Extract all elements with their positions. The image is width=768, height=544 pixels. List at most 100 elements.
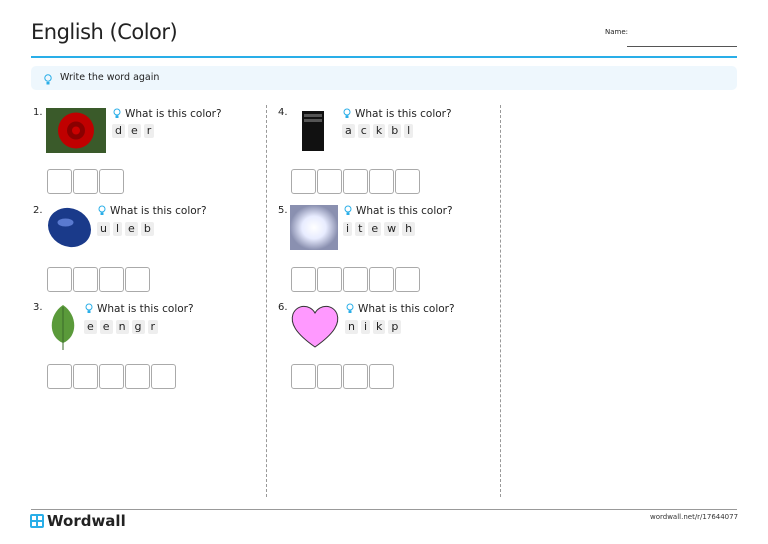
lightbulb-icon	[342, 106, 352, 122]
scrambled-letters: der	[112, 124, 155, 138]
white-light-image	[290, 205, 338, 254]
name-label: Name:	[605, 28, 629, 36]
answer-box[interactable]	[125, 267, 150, 292]
letter-tile: k	[372, 124, 386, 138]
footer-divider	[31, 509, 737, 510]
item-number: 6.	[278, 302, 288, 313]
letter-tile: p	[388, 320, 402, 334]
answer-box[interactable]	[47, 364, 72, 389]
item-prompt: What is this color?	[97, 203, 207, 219]
answer-box[interactable]	[291, 364, 316, 389]
name-field[interactable]	[627, 46, 737, 47]
answer-boxes	[291, 169, 420, 194]
answer-boxes	[47, 169, 124, 194]
header-divider	[31, 56, 737, 58]
answer-boxes	[291, 267, 420, 292]
answer-box[interactable]	[369, 169, 394, 194]
letter-tile: e	[99, 320, 113, 334]
letter-tile: h	[402, 222, 416, 236]
answer-box[interactable]	[369, 267, 394, 292]
answer-boxes	[47, 267, 150, 292]
letter-tile: r	[147, 320, 159, 334]
item-prompt: What is this color?	[112, 106, 222, 122]
footer-url[interactable]: wordwall.net/r/17644077	[650, 513, 738, 521]
answer-box[interactable]	[151, 364, 176, 389]
scrambled-letters: ackbl	[342, 124, 414, 138]
item-prompt: What is this color?	[345, 301, 455, 317]
instruction-banner: Write the word again	[31, 66, 737, 90]
letter-tile: g	[131, 320, 145, 334]
answer-box[interactable]	[343, 267, 368, 292]
scrambled-letters: itewh	[343, 222, 416, 236]
black-computer-image	[296, 108, 330, 157]
lightbulb-icon	[112, 106, 122, 122]
item-number: 4.	[278, 107, 288, 118]
item-number: 5.	[278, 205, 288, 216]
letter-tile: e	[127, 124, 141, 138]
letter-tile: b	[388, 124, 402, 138]
letter-tile: a	[342, 124, 355, 138]
wordwall-logo-icon	[30, 514, 44, 528]
prompt-text: What is this color?	[356, 205, 453, 217]
answer-box[interactable]	[291, 169, 316, 194]
letter-tile: l	[112, 222, 123, 236]
prompt-text: What is this color?	[358, 303, 455, 315]
letter-tile: c	[357, 124, 370, 138]
item-prompt: What is this color?	[343, 203, 453, 219]
answer-box[interactable]	[73, 169, 98, 194]
answer-box[interactable]	[395, 267, 420, 292]
answer-box[interactable]	[73, 267, 98, 292]
answer-boxes	[47, 364, 176, 389]
lightbulb-icon	[84, 301, 94, 317]
answer-box[interactable]	[47, 169, 72, 194]
letter-tile: e	[368, 222, 382, 236]
lightbulb-icon	[97, 203, 107, 219]
answer-box[interactable]	[317, 169, 342, 194]
red-rose-image	[46, 108, 106, 157]
prompt-text: What is this color?	[110, 205, 207, 217]
blue-stone-image	[46, 205, 93, 254]
item-number: 3.	[33, 302, 43, 313]
letter-tile: u	[97, 222, 110, 236]
letter-tile: b	[140, 222, 154, 236]
answer-box[interactable]	[125, 364, 150, 389]
letter-tile: d	[112, 124, 125, 138]
answer-box[interactable]	[317, 267, 342, 292]
scrambled-letters: eengr	[84, 320, 159, 334]
item-prompt: What is this color?	[84, 301, 194, 317]
letter-tile: n	[345, 320, 358, 334]
answer-box[interactable]	[343, 364, 368, 389]
lightbulb-icon	[343, 203, 353, 219]
letter-tile: t	[355, 222, 366, 236]
wordwall-logo: Wordwall	[30, 512, 126, 530]
answer-box[interactable]	[317, 364, 342, 389]
item-number: 2.	[33, 205, 43, 216]
scrambled-letters: nikp	[345, 320, 402, 334]
column-divider	[266, 105, 267, 497]
answer-box[interactable]	[99, 267, 124, 292]
letter-tile: k	[373, 320, 386, 334]
item-prompt: What is this color?	[342, 106, 452, 122]
answer-box[interactable]	[47, 267, 72, 292]
lightbulb-icon	[43, 71, 53, 90]
page-title: English (Color)	[31, 20, 178, 44]
pink-heart-image	[290, 303, 340, 353]
letter-tile: i	[360, 320, 371, 334]
instruction-text: Write the word again	[60, 72, 160, 83]
prompt-text: What is this color?	[355, 108, 452, 120]
wordwall-logo-text: Wordwall	[47, 512, 126, 530]
answer-box[interactable]	[395, 169, 420, 194]
column-divider	[500, 105, 501, 497]
letter-tile: n	[115, 320, 129, 334]
answer-box[interactable]	[99, 169, 124, 194]
answer-box[interactable]	[99, 364, 124, 389]
answer-box[interactable]	[369, 364, 394, 389]
prompt-text: What is this color?	[97, 303, 194, 315]
answer-box[interactable]	[291, 267, 316, 292]
lightbulb-icon	[345, 301, 355, 317]
answer-box[interactable]	[73, 364, 98, 389]
prompt-text: What is this color?	[125, 108, 222, 120]
letter-tile: r	[143, 124, 155, 138]
answer-box[interactable]	[343, 169, 368, 194]
letter-tile: e	[84, 320, 97, 334]
